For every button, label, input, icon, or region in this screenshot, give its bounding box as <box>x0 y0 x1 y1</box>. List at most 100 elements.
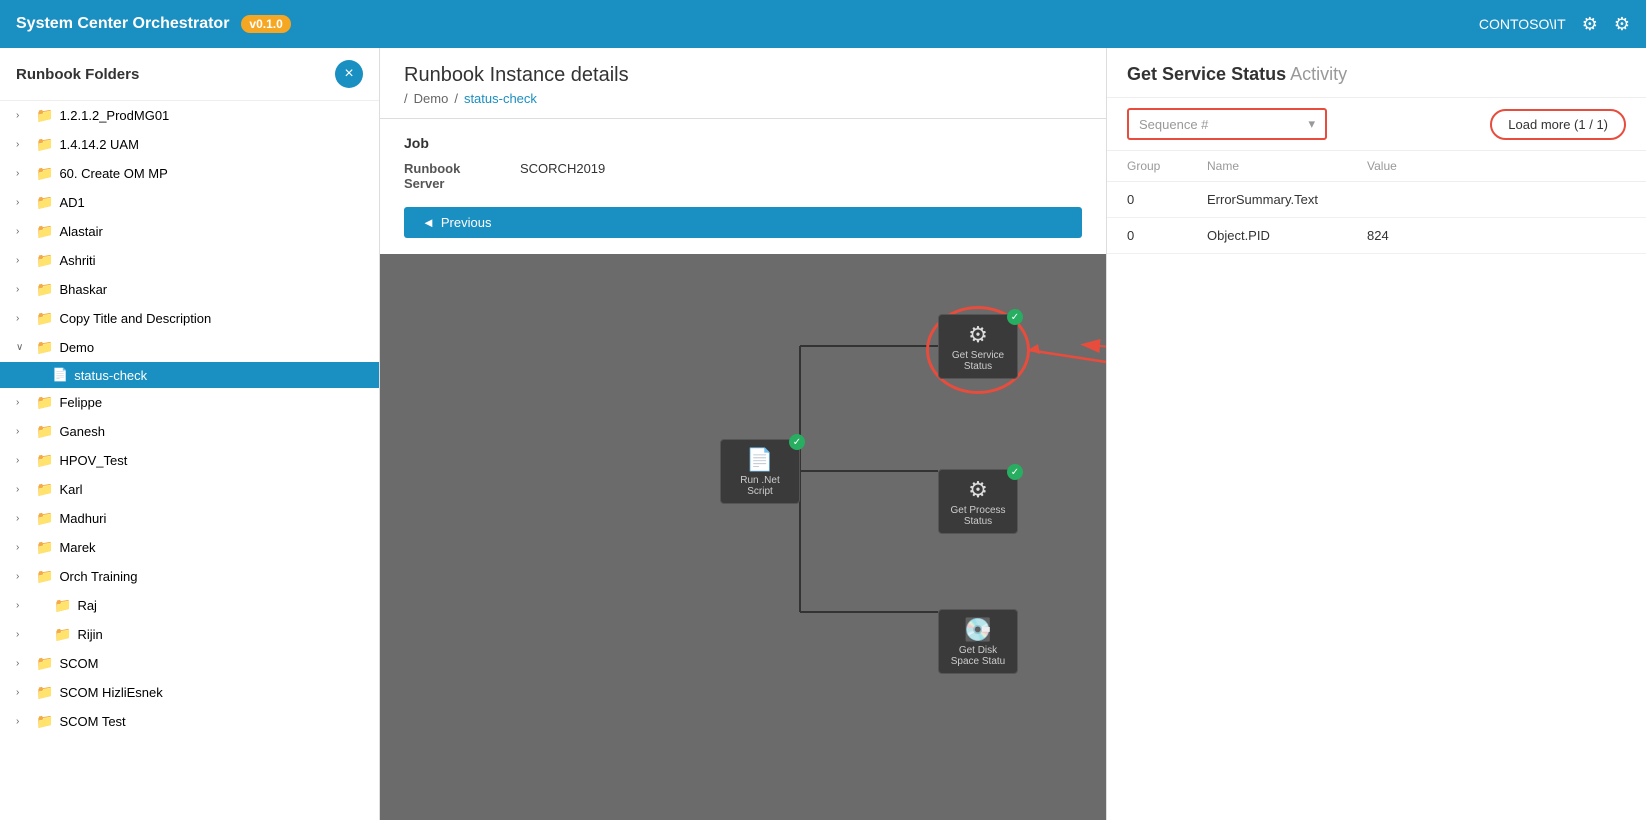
chevron-right-icon: › <box>16 542 30 553</box>
chevron-right-icon: › <box>16 600 30 611</box>
sidebar-subitem-status-check[interactable]: 📄 status-check <box>0 362 379 388</box>
panel-title: Get Service Status Activity <box>1127 64 1347 84</box>
sidebar-item-label: Karl <box>59 482 82 497</box>
sidebar-item-label: Madhuri <box>59 511 106 526</box>
chevron-down-icon: ∨ <box>16 342 30 353</box>
folder-icon: 📁 <box>36 223 53 240</box>
node-run-net-script[interactable]: ✓ 📄 Run .NetScript <box>720 439 800 504</box>
sidebar-close-button[interactable]: × <box>335 60 363 88</box>
folder-icon: 📁 <box>36 136 53 153</box>
sidebar-item-scomhizliesnek[interactable]: › 📁 SCOM HizliEsnek <box>0 678 379 707</box>
prev-arrow-icon: ◄ <box>422 215 435 230</box>
folder-icon: 📁 <box>36 452 53 469</box>
sidebar-item-copytitleanddescription[interactable]: › 📁 Copy Title and Description <box>0 304 379 333</box>
sidebar-item-scomtest[interactable]: › 📁 SCOM Test <box>0 707 379 736</box>
sidebar-item-felippe[interactable]: › 📁 Felippe <box>0 388 379 417</box>
node-get-service-status[interactable]: ✓ ⚙ Get ServiceStatus <box>938 314 1018 379</box>
node-get-disk-space-status[interactable]: 💽 Get DiskSpace Statu <box>938 609 1018 674</box>
job-key-runbook-server: RunbookServer <box>404 161 504 191</box>
app-header: System Center Orchestrator v0.1.0 CONTOS… <box>0 0 1646 48</box>
sidebar-item-raj[interactable]: › 📁 Raj <box>0 591 379 620</box>
sidebar-item-label: 1.4.14.2 UAM <box>59 137 139 152</box>
sidebar-item-hpovtest[interactable]: › 📁 HPOV_Test <box>0 446 379 475</box>
previous-button[interactable]: ◄ Previous <box>404 207 1082 238</box>
sequence-select[interactable]: Sequence # ▾ <box>1127 108 1327 140</box>
node-get-disk-space-status-label: Get DiskSpace Statu <box>951 645 1005 667</box>
settings-icon[interactable]: ⚙ <box>1582 14 1598 35</box>
header-right: CONTOSO\IT ⚙ ⚙ <box>1479 14 1630 35</box>
sidebar-item-label: Ganesh <box>59 424 105 439</box>
folder-icon: 📁 <box>36 394 53 411</box>
prev-label: Previous <box>441 215 492 230</box>
col-group-header: Group <box>1127 159 1207 173</box>
sidebar-item-label: Alastair <box>59 224 102 239</box>
node-get-service-status-icon: ⚙ <box>968 322 988 348</box>
sidebar-item-label: Raj <box>77 598 97 613</box>
job-label: Job <box>404 135 1082 151</box>
folder-icon: 📁 <box>36 107 53 124</box>
panel-row-errorsummary[interactable]: 0 ErrorSummary.Text <box>1107 182 1646 218</box>
sidebar-item-demo[interactable]: ∨ 📁 Demo <box>0 333 379 362</box>
node-get-process-status[interactable]: ✓ ⚙ Get ProcessStatus <box>938 469 1018 534</box>
sidebar-item-1212prodmg01[interactable]: › 📁 1.2.1.2_ProdMG01 <box>0 101 379 130</box>
app-title: System Center Orchestrator <box>16 15 229 33</box>
diagram-area: ✓ 📄 Run .NetScript ✓ ⚙ Get ServiceStatus… <box>380 254 1106 820</box>
sidebar-items-list: › 📁 1.2.1.2_ProdMG01 › 📁 1.4.14.2 UAM › … <box>0 101 379 736</box>
chevron-right-icon: › <box>16 484 30 495</box>
sidebar-item-14142uam[interactable]: › 📁 1.4.14.2 UAM <box>0 130 379 159</box>
sidebar-item-bhaskar[interactable]: › 📁 Bhaskar <box>0 275 379 304</box>
folder-icon: 📁 <box>36 281 53 298</box>
breadcrumb: / Demo / status-check <box>404 91 1082 106</box>
sidebar-item-label: SCOM HizliEsnek <box>59 685 162 700</box>
chevron-right-icon: › <box>16 426 30 437</box>
job-row-runbook-server: RunbookServer SCORCH2019 <box>404 161 1082 191</box>
sidebar-item-alastair[interactable]: › 📁 Alastair <box>0 217 379 246</box>
sidebar-item-label: Felippe <box>59 395 102 410</box>
sidebar-item-ashriti[interactable]: › 📁 Ashriti <box>0 246 379 275</box>
sidebar-item-scom[interactable]: › 📁 SCOM <box>0 649 379 678</box>
chevron-right-icon: › <box>16 110 30 121</box>
sidebar-item-marek[interactable]: › 📁 Marek <box>0 533 379 562</box>
sidebar-item-label: 1.2.1.2_ProdMG01 <box>59 108 169 123</box>
breadcrumb-sep2: / <box>454 91 458 106</box>
dropdown-chevron-icon: ▾ <box>1308 116 1315 132</box>
chevron-right-icon: › <box>16 455 30 466</box>
sidebar-item-ganesh[interactable]: › 📁 Ganesh <box>0 417 379 446</box>
sidebar-item-label: Orch Training <box>59 569 137 584</box>
node-run-net-script-icon: 📄 <box>746 447 773 473</box>
load-more-button[interactable]: Load more (1 / 1) <box>1490 109 1626 140</box>
sidebar-item-orchtraining[interactable]: › 📁 Orch Training <box>0 562 379 591</box>
chevron-right-icon: › <box>16 571 30 582</box>
chevron-right-icon: › <box>16 197 30 208</box>
row-value <box>1367 192 1626 207</box>
folder-icon: 📁 <box>36 713 53 730</box>
panel-header: Get Service Status Activity <box>1107 48 1646 98</box>
chevron-right-icon: › <box>16 716 30 727</box>
sidebar-item-ad1[interactable]: › 📁 AD1 <box>0 188 379 217</box>
sidebar-item-label: HPOV_Test <box>59 453 127 468</box>
sidebar-item-label: Marek <box>59 540 95 555</box>
folder-icon: 📁 <box>36 194 53 211</box>
folder-icon: 📁 <box>36 481 53 498</box>
runbook-instance-title: Runbook Instance details <box>404 64 1082 87</box>
panel-title-container: Get Service Status Activity <box>1127 64 1347 85</box>
gear-icon[interactable]: ⚙ <box>1614 14 1630 35</box>
sidebar-item-karl[interactable]: › 📁 Karl <box>0 475 379 504</box>
breadcrumb-child[interactable]: status-check <box>464 91 537 106</box>
node-check-icon: ✓ <box>1007 464 1023 480</box>
job-val-runbook-server: SCORCH2019 <box>520 161 605 176</box>
panel-row-objectpid[interactable]: 0 Object.PID 824 <box>1107 218 1646 254</box>
sidebar-header: Runbook Folders × <box>0 48 379 101</box>
sidebar-item-60createommp[interactable]: › 📁 60. Create OM MP <box>0 159 379 188</box>
chevron-right-icon: › <box>16 658 30 669</box>
sidebar-item-rijin[interactable]: › 📁 Rijin <box>0 620 379 649</box>
sequence-label: Sequence # <box>1139 117 1208 132</box>
node-get-process-status-icon: ⚙ <box>968 477 988 503</box>
row-group: 0 <box>1127 192 1207 207</box>
folder-icon: 📁 <box>36 165 53 182</box>
chevron-right-icon: › <box>16 139 30 150</box>
chevron-right-icon: › <box>16 397 30 408</box>
panel-table-header: Group Name Value <box>1107 151 1646 182</box>
sidebar-item-madhuri[interactable]: › 📁 Madhuri <box>0 504 379 533</box>
runbook-header: Runbook Instance details / Demo / status… <box>380 48 1106 119</box>
